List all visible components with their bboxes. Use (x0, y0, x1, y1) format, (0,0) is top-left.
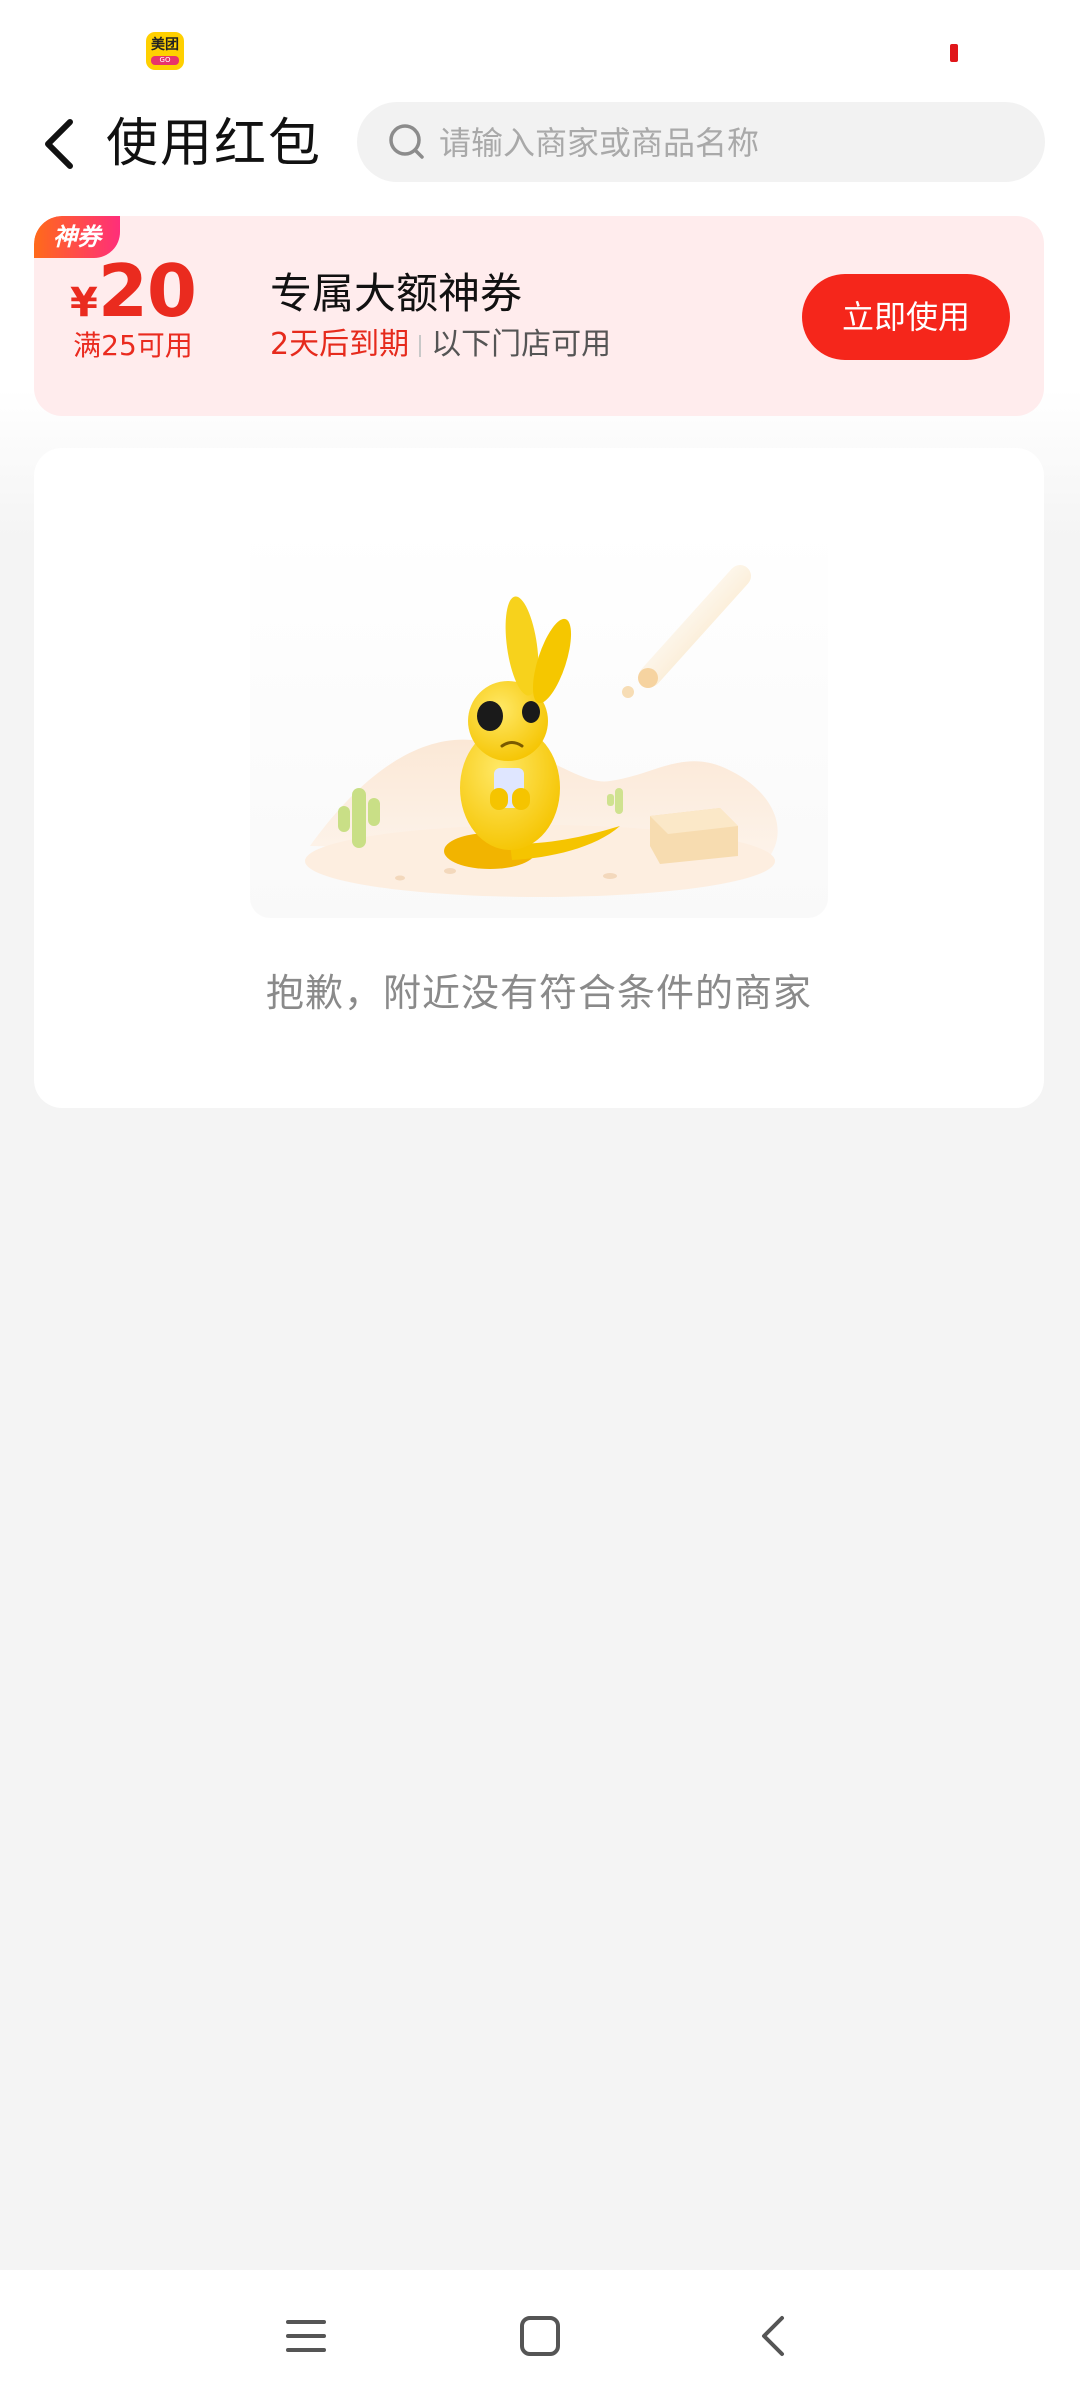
empty-state-message: 抱歉，附近没有符合条件的商家 (265, 971, 812, 1015)
coupon-meta: 2天后到期 以下门店可用 (270, 324, 611, 366)
back-icon (762, 2316, 784, 2356)
coupon-amount-block: ¥20 满25可用 (58, 252, 208, 366)
currency-symbol: ¥ (69, 280, 98, 326)
nav-menu-button[interactable] (276, 2306, 336, 2366)
meituan-app-icon: 美团 GO (146, 32, 184, 70)
empty-illustration-svg (305, 565, 778, 897)
coupon-threshold: 满25可用 (73, 329, 193, 362)
coupon-title: 专属大额神券 (270, 269, 523, 318)
search-icon (389, 124, 424, 159)
chevron-left-icon (45, 119, 73, 169)
system-nav-bar (0, 2270, 1080, 2400)
coupon-card: 神券 ¥20 满25可用 专属大额神券 2天后到期 以下门店可用 立即使用 (34, 216, 1044, 416)
notification-indicator (950, 44, 958, 62)
meta-divider (419, 334, 422, 357)
kangaroo-desert-illustration (250, 526, 828, 918)
use-now-button[interactable]: 立即使用 (802, 274, 1010, 360)
nav-home-button[interactable] (510, 2306, 570, 2366)
coupon-amount: 20 (97, 249, 197, 333)
page-title: 使用红包 (106, 114, 323, 174)
search-input[interactable] (437, 102, 1021, 184)
coupon-expiry: 2天后到期 (270, 327, 410, 362)
app-icon-sublabel: GO (151, 56, 179, 65)
search-bar[interactable] (357, 102, 1045, 184)
menu-icon (286, 2320, 326, 2352)
empty-state-card: 抱歉，附近没有符合条件的商家 (34, 448, 1044, 1108)
nav-back-button[interactable] (744, 2306, 804, 2366)
status-bar: 美团 GO (0, 0, 1080, 90)
header: 使用红包 (0, 96, 1080, 192)
back-button[interactable] (34, 112, 90, 176)
home-icon (520, 2316, 560, 2356)
app-icon-label: 美团 (151, 37, 179, 53)
coupon-scope: 以下门店可用 (431, 327, 612, 362)
